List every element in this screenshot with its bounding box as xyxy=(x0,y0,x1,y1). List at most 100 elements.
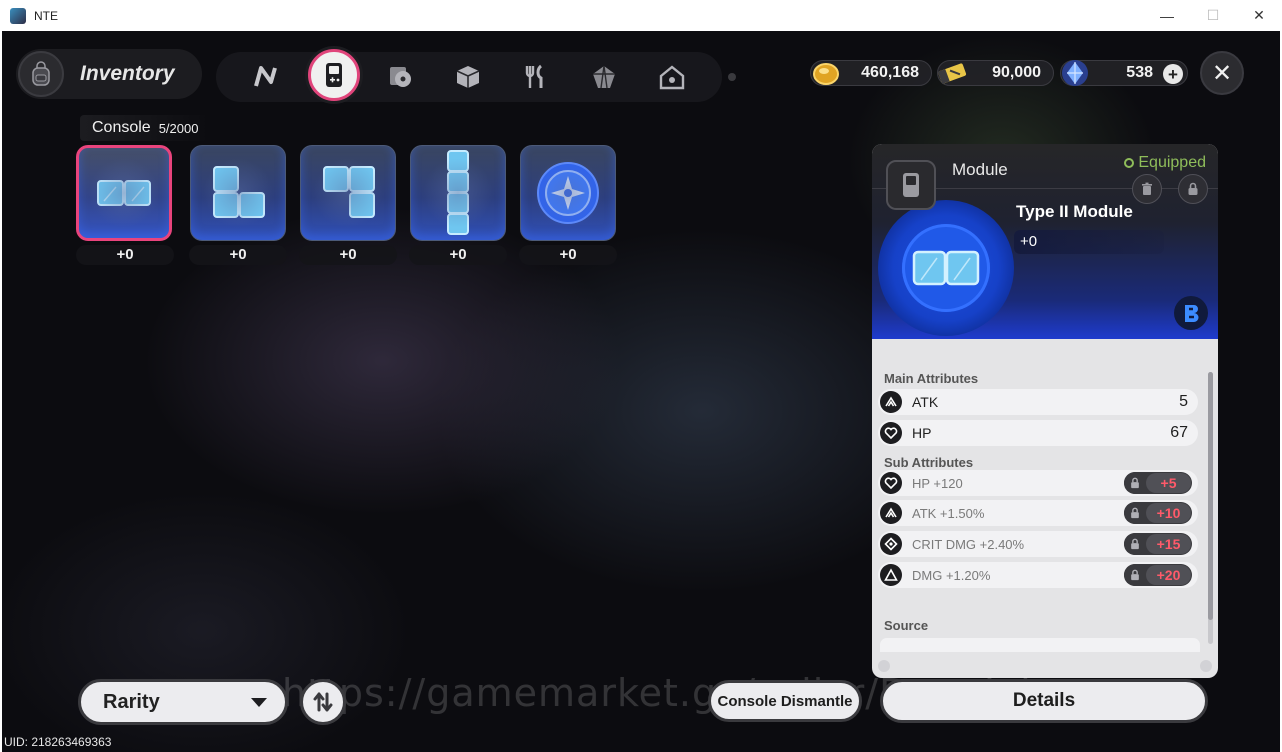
window-titlebar: NTE — ☐ ✕ xyxy=(0,0,1282,31)
attr-name: DMG +1.20% xyxy=(912,567,991,583)
sub-attribute-row: HP +120 +5 xyxy=(878,470,1198,496)
dmg-icon xyxy=(880,564,902,586)
equipped-status: Equipped xyxy=(1124,154,1206,172)
tab-bar-dot xyxy=(728,73,736,81)
handheld-console-icon xyxy=(326,63,342,87)
upgrade-lock-pill: +5 xyxy=(1124,472,1192,494)
caret-down-icon xyxy=(251,698,267,707)
module-name: Type II Module xyxy=(1016,202,1133,221)
attr-value: 67 xyxy=(1170,424,1188,441)
attr-name: CRIT DMG +2.40% xyxy=(912,536,1025,552)
lock-button[interactable] xyxy=(1178,174,1208,204)
module-level: +0 xyxy=(76,245,174,265)
disc-icon xyxy=(390,67,411,87)
unlock-level: +5 xyxy=(1146,473,1191,493)
hp-icon xyxy=(880,472,902,494)
crit-dmg-icon xyxy=(880,533,902,555)
window-title: NTE xyxy=(34,8,58,23)
console-dismantle-button[interactable]: Console Dismantle xyxy=(708,680,862,722)
unlock-level: +15 xyxy=(1146,534,1191,554)
module-level: +0 xyxy=(189,245,287,265)
unlock-level: +10 xyxy=(1146,503,1191,523)
module-detail-panel: Module Equipped Type II Module +0 Main A… xyxy=(872,144,1218,678)
backpack-icon xyxy=(18,51,64,97)
main-attributes-title: Main Attributes xyxy=(884,371,979,386)
trash-icon xyxy=(1142,182,1152,195)
module-card[interactable] xyxy=(520,145,616,241)
gold-coin-icon xyxy=(807,55,843,91)
console-section-header: Console 5/2000 xyxy=(80,115,211,141)
atk-icon xyxy=(880,391,902,413)
tab-disc[interactable] xyxy=(378,55,422,99)
user-id: UID: 218263469363 xyxy=(4,735,112,749)
attr-name: HP +120 xyxy=(912,475,963,491)
maximize-button[interactable]: ☐ xyxy=(1190,0,1236,31)
sub-attribute-row: CRIT DMG +2.40% +15 xyxy=(878,531,1198,557)
crystal-icon xyxy=(593,65,615,89)
ticket-amount: 90,000 xyxy=(992,64,1041,81)
upgrade-lock-pill: +20 xyxy=(1124,564,1192,586)
close-inventory-button[interactable]: ✕ xyxy=(1200,51,1244,95)
unlock-level: +20 xyxy=(1146,565,1191,585)
scrollbar-thumb[interactable] xyxy=(1208,372,1213,620)
attr-value: 5 xyxy=(1179,393,1188,410)
sub-attribute-row: ATK +1.50% +10 xyxy=(878,500,1198,526)
blue-crystal-icon xyxy=(1057,55,1093,91)
atk-icon xyxy=(880,502,902,524)
inventory-header: Inventory xyxy=(16,49,202,99)
currency-gold: 460,168 xyxy=(810,60,932,86)
ticket-icon xyxy=(934,55,970,91)
game-viewport: Inventory 460,168 90,000 538 + ✕ Console… xyxy=(2,31,1280,752)
lock-icon xyxy=(1188,182,1198,195)
lock-icon xyxy=(1124,472,1146,494)
tab-crystal[interactable] xyxy=(582,55,626,99)
sort-arrows-icon xyxy=(313,692,333,712)
equipped-label: Equipped xyxy=(1138,154,1206,171)
tab-n[interactable] xyxy=(244,55,288,99)
currency-crystal: 538 + xyxy=(1060,60,1188,86)
upgrade-lock-pill: +15 xyxy=(1124,533,1192,555)
module-level: +0 xyxy=(409,245,507,265)
module-card[interactable] xyxy=(190,145,286,241)
sort-order-button[interactable] xyxy=(300,679,346,725)
detail-category: Module xyxy=(952,160,1008,179)
trash-button[interactable] xyxy=(1132,174,1162,204)
tab-home[interactable] xyxy=(650,55,694,99)
close-window-button[interactable]: ✕ xyxy=(1236,0,1282,31)
module-card[interactable] xyxy=(76,145,172,241)
attr-name: HP xyxy=(912,425,932,441)
add-crystal-button[interactable]: + xyxy=(1163,64,1183,84)
n-logo-icon xyxy=(254,66,277,87)
module-level: +0 xyxy=(519,245,617,265)
lock-icon xyxy=(1124,533,1146,555)
minimize-button[interactable]: — xyxy=(1144,0,1190,31)
gold-amount: 460,168 xyxy=(861,64,919,81)
details-button[interactable]: Details xyxy=(880,679,1208,723)
module-level: +0 xyxy=(299,245,397,265)
lock-icon xyxy=(1124,502,1146,524)
module-2x1-icon xyxy=(912,250,980,286)
app-icon xyxy=(10,7,26,24)
tab-food[interactable] xyxy=(514,55,558,99)
module-card[interactable] xyxy=(300,145,396,241)
module-card[interactable] xyxy=(410,145,506,241)
source-entry xyxy=(880,638,1200,652)
currency-ticket: 90,000 xyxy=(937,60,1054,86)
tab-console[interactable] xyxy=(308,49,360,101)
attr-name: ATK +1.50% xyxy=(912,505,985,521)
sub-attributes-title: Sub Attributes xyxy=(884,455,974,470)
sub-attribute-row: DMG +1.20% +20 xyxy=(878,562,1198,588)
rank-b-icon xyxy=(1174,296,1208,330)
fork-knife-icon xyxy=(525,64,543,88)
source-title: Source xyxy=(884,618,929,633)
rarity-sort-dropdown[interactable]: Rarity xyxy=(78,679,288,725)
upgrade-lock-pill: +10 xyxy=(1124,502,1192,524)
hp-icon xyxy=(880,422,902,444)
tab-box[interactable] xyxy=(446,55,490,99)
crystal-amount: 538 xyxy=(1126,64,1153,81)
page-title: Inventory xyxy=(80,62,175,85)
home-icon xyxy=(659,65,685,90)
lock-icon xyxy=(1124,564,1146,586)
main-attribute-row: ATK 5 xyxy=(878,389,1198,415)
detail-scrollbar[interactable] xyxy=(1208,372,1213,644)
